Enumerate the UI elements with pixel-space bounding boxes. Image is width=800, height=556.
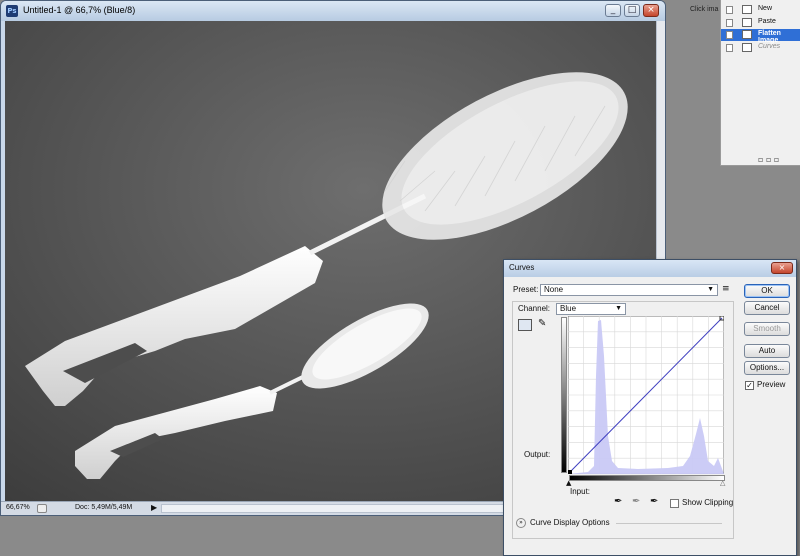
history-item-flatten-image[interactable]: Flatten Image bbox=[721, 29, 800, 44]
ok-button[interactable]: OK bbox=[744, 284, 790, 298]
auto-button[interactable]: Auto bbox=[744, 344, 790, 358]
black-eyedropper-icon[interactable]: ✒ bbox=[614, 496, 622, 507]
pencil-icon[interactable]: ✎ bbox=[538, 318, 546, 329]
expand-chevron-icon[interactable]: » bbox=[516, 518, 526, 528]
gray-eyedropper-icon[interactable]: ✒ bbox=[632, 496, 640, 507]
channel-label: Channel: bbox=[518, 304, 551, 313]
white-point-slider[interactable]: △ bbox=[720, 479, 725, 487]
preview-label: Preview bbox=[757, 380, 786, 389]
history-snapshot-check[interactable] bbox=[726, 19, 733, 27]
smooth-button[interactable]: Smooth bbox=[744, 322, 790, 336]
preset-value: None bbox=[544, 285, 564, 294]
photoshop-icon: Ps bbox=[6, 5, 18, 17]
black-point-slider[interactable]: ▲ bbox=[566, 479, 571, 487]
preset-label: Preset: bbox=[513, 285, 539, 294]
curve-point[interactable] bbox=[568, 470, 572, 474]
history-item-paste[interactable]: Paste bbox=[721, 17, 800, 29]
document-size: Doc: 5,49M/5,49M bbox=[75, 504, 133, 511]
history-step-icon bbox=[742, 18, 752, 27]
history-hint-text: Click ima bbox=[690, 6, 719, 13]
input-gradient-bar bbox=[569, 475, 725, 481]
status-menu-arrow-icon[interactable]: ▶ bbox=[151, 503, 157, 512]
chevron-down-icon: ▼ bbox=[707, 286, 714, 293]
white-eyedropper-icon[interactable]: ✒ bbox=[650, 496, 658, 507]
chevron-down-icon: ▼ bbox=[615, 305, 622, 312]
channel-select[interactable]: Blue ▼ bbox=[556, 303, 626, 315]
preset-menu-icon[interactable]: ≡ bbox=[722, 284, 730, 294]
cancel-button[interactable]: Cancel bbox=[744, 301, 790, 315]
history-snapshot-check[interactable] bbox=[726, 44, 733, 52]
history-snapshot-check[interactable] bbox=[726, 6, 733, 14]
history-footer-icons[interactable]: ▫ ▫ ▫ bbox=[758, 155, 779, 164]
curves-title: Curves bbox=[509, 263, 535, 272]
history-step-icon bbox=[742, 30, 752, 39]
zoom-level[interactable]: 66,67% bbox=[6, 504, 30, 511]
history-item-label: Paste bbox=[758, 18, 776, 25]
curve-display-options-label[interactable]: Curve Display Options bbox=[530, 518, 610, 527]
show-clipping-checkbox[interactable] bbox=[670, 499, 679, 508]
options-button[interactable]: Options... bbox=[744, 361, 790, 375]
history-panel: New Paste Flatten Image Curves bbox=[720, 0, 800, 166]
curve-graph[interactable] bbox=[568, 316, 724, 474]
curve-point-tool-icon[interactable] bbox=[518, 319, 532, 331]
document-titlebar[interactable]: Ps Untitled-1 @ 66,7% (Blue/8) _ □ × bbox=[1, 1, 665, 21]
document-title: Untitled-1 @ 66,7% (Blue/8) bbox=[23, 5, 136, 15]
input-label: Input: bbox=[570, 487, 591, 496]
history-item-curves[interactable]: Curves bbox=[721, 42, 800, 54]
history-item-label: New bbox=[758, 5, 773, 12]
history-step-icon bbox=[742, 43, 752, 52]
output-label: Output: bbox=[524, 450, 551, 459]
channel-value: Blue bbox=[560, 304, 577, 313]
close-button[interactable]: × bbox=[643, 4, 659, 17]
curves-close-button[interactable]: × bbox=[771, 262, 793, 274]
preset-select[interactable]: None ▼ bbox=[540, 284, 718, 296]
divider bbox=[616, 523, 722, 524]
curves-dialog: Curves × Preset: None ▼ ≡ Channel: Blue … bbox=[503, 259, 797, 556]
history-item-label: Curves bbox=[758, 43, 781, 50]
output-gradient-bar bbox=[561, 317, 567, 473]
history-snapshot-check[interactable] bbox=[726, 31, 733, 39]
curves-titlebar[interactable]: Curves × bbox=[504, 260, 796, 277]
minimize-button[interactable]: _ bbox=[605, 4, 621, 17]
history-item-new[interactable]: New bbox=[721, 4, 800, 16]
preview-checkbox[interactable]: ✓ bbox=[745, 381, 754, 390]
history-step-icon bbox=[742, 5, 752, 14]
maximize-button[interactable]: □ bbox=[624, 4, 640, 17]
show-clipping-label: Show Clipping bbox=[682, 498, 734, 507]
zoom-icon[interactable] bbox=[37, 504, 47, 513]
